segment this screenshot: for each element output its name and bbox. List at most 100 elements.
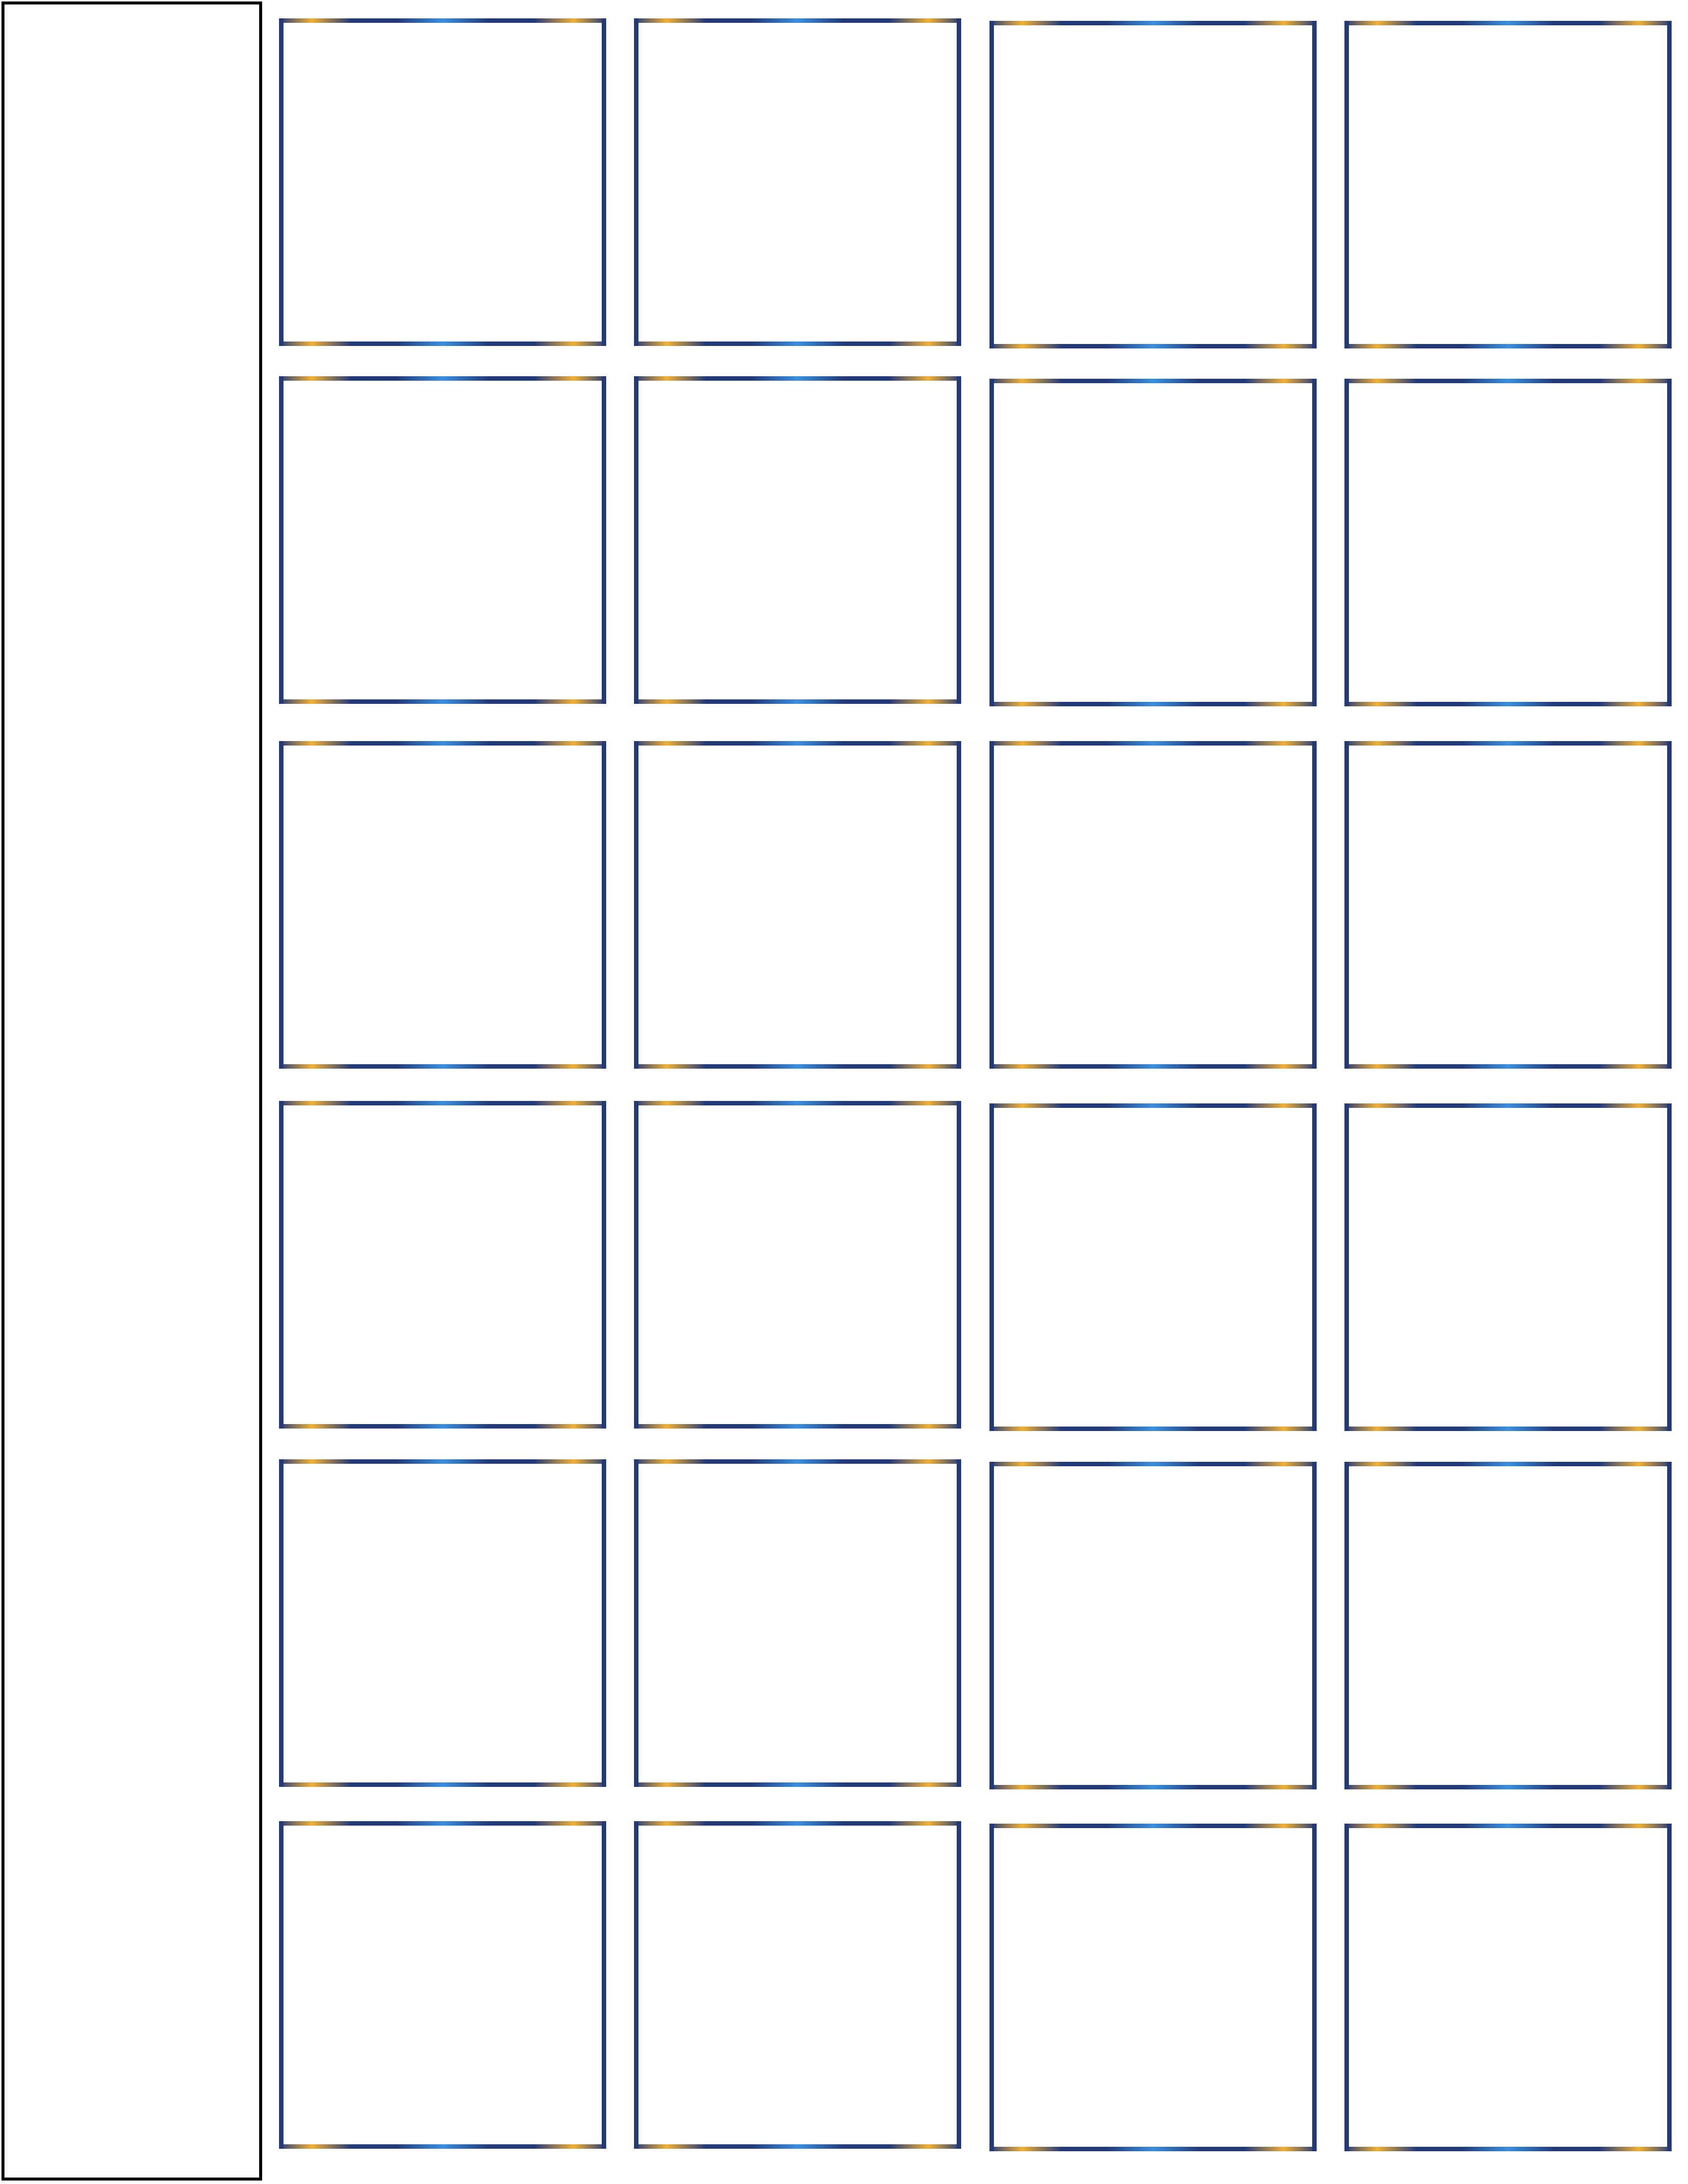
- frame-right-edge: [1667, 741, 1672, 1069]
- frame-bottom-edge: [634, 1064, 961, 1069]
- frame-bottom-edge: [1344, 344, 1672, 348]
- frame-top-edge: [634, 18, 961, 23]
- frame-left-edge: [279, 1459, 283, 1787]
- frame-bottom-edge: [279, 1064, 606, 1069]
- frame-bottom-edge: [634, 2144, 961, 2149]
- frame-right-edge: [957, 18, 961, 346]
- grid-cell-13: [279, 1101, 606, 1429]
- frame-right-edge: [1312, 741, 1317, 1069]
- frame-right-edge: [1312, 1824, 1317, 2151]
- frame-left-edge: [989, 1824, 994, 2151]
- grid-cell-8: [1344, 379, 1672, 706]
- grid-cell-7: [989, 379, 1317, 706]
- frame-left-edge: [1344, 1462, 1349, 1789]
- frame-top-edge: [634, 1821, 961, 1826]
- frame-bottom-edge: [634, 1424, 961, 1429]
- frame-left-edge: [989, 21, 994, 348]
- frame-right-edge: [1312, 1103, 1317, 1431]
- frame-top-edge: [989, 1103, 1317, 1108]
- frame-top-edge: [1344, 1824, 1672, 1828]
- frame-bottom-edge: [1344, 702, 1672, 706]
- grid-cell-12: [1344, 741, 1672, 1069]
- frame-left-edge: [634, 741, 638, 1069]
- frame-bottom-edge: [989, 1785, 1317, 1789]
- frame-right-edge: [602, 1821, 606, 2149]
- frame-left-edge: [279, 1821, 283, 2149]
- frame-left-edge: [1344, 1824, 1349, 2151]
- frame-right-edge: [1667, 1824, 1672, 2151]
- frame-top-edge: [989, 1462, 1317, 1466]
- frame-right-edge: [602, 18, 606, 346]
- frame-top-edge: [1344, 21, 1672, 25]
- frame-top-edge: [1344, 379, 1672, 383]
- grid-cell-18: [634, 1459, 961, 1787]
- frame-top-edge: [279, 1459, 606, 1464]
- frame-bottom-edge: [1344, 2147, 1672, 2151]
- frame-left-edge: [1344, 21, 1349, 348]
- frame-top-edge: [279, 1101, 606, 1105]
- grid-cell-1: [279, 18, 606, 346]
- grid-cell-20: [1344, 1462, 1672, 1789]
- grid-cell-24: [1344, 1824, 1672, 2151]
- frame-right-edge: [1312, 21, 1317, 348]
- frame-top-edge: [989, 1824, 1317, 1828]
- frame-bottom-edge: [989, 344, 1317, 348]
- grid-cell-4: [1344, 21, 1672, 348]
- frame-bottom-edge: [989, 2147, 1317, 2151]
- frame-right-edge: [1667, 1462, 1672, 1789]
- frame-top-edge: [279, 18, 606, 23]
- frame-top-edge: [989, 741, 1317, 746]
- grid-cell-23: [989, 1824, 1317, 2151]
- frame-right-edge: [602, 1101, 606, 1429]
- grid-cell-6: [634, 376, 961, 704]
- frame-right-edge: [602, 741, 606, 1069]
- frame-top-edge: [634, 1459, 961, 1464]
- frame-bottom-edge: [634, 699, 961, 704]
- frame-top-edge: [1344, 741, 1672, 746]
- frame-right-edge: [1312, 379, 1317, 706]
- frame-top-edge: [634, 376, 961, 381]
- grid-cell-17: [279, 1459, 606, 1787]
- grid-cell-9: [279, 741, 606, 1069]
- frame-right-edge: [957, 1459, 961, 1787]
- frame-top-edge: [1344, 1462, 1672, 1466]
- frame-right-edge: [602, 376, 606, 704]
- frame-bottom-edge: [1344, 1427, 1672, 1431]
- grid-cell-16: [1344, 1103, 1672, 1431]
- frame-right-edge: [1312, 1462, 1317, 1789]
- frame-top-edge: [634, 741, 961, 746]
- page-canvas: [0, 0, 1688, 2184]
- frame-top-edge: [279, 741, 606, 746]
- frame-right-edge: [1667, 1103, 1672, 1431]
- frame-bottom-edge: [634, 341, 961, 346]
- frame-top-edge: [279, 376, 606, 381]
- frame-right-edge: [957, 741, 961, 1069]
- frame-bottom-edge: [279, 2144, 606, 2149]
- frame-left-edge: [634, 376, 638, 704]
- frame-top-edge: [989, 379, 1317, 383]
- grid-cell-14: [634, 1101, 961, 1429]
- frame-right-edge: [1667, 21, 1672, 348]
- frame-left-edge: [634, 1459, 638, 1787]
- grid-cell-10: [634, 741, 961, 1069]
- grid-cell-11: [989, 741, 1317, 1069]
- frame-left-edge: [1344, 1103, 1349, 1431]
- frame-right-edge: [957, 376, 961, 704]
- frame-bottom-edge: [1344, 1785, 1672, 1789]
- frame-left-edge: [989, 379, 994, 706]
- grid-cell-19: [989, 1462, 1317, 1789]
- grid-cell-21: [279, 1821, 606, 2149]
- grid-cell-5: [279, 376, 606, 704]
- frame-right-edge: [957, 1101, 961, 1429]
- frame-left-edge: [989, 1462, 994, 1789]
- grid-cell-3: [989, 21, 1317, 348]
- frame-bottom-edge: [279, 1424, 606, 1429]
- frame-bottom-edge: [989, 1064, 1317, 1069]
- grid-cell-15: [989, 1103, 1317, 1431]
- frame-right-edge: [602, 1459, 606, 1787]
- frame-bottom-edge: [279, 1782, 606, 1787]
- frame-left-edge: [989, 741, 994, 1069]
- frame-bottom-edge: [989, 702, 1317, 706]
- frame-left-edge: [634, 1821, 638, 2149]
- grid-cell-2: [634, 18, 961, 346]
